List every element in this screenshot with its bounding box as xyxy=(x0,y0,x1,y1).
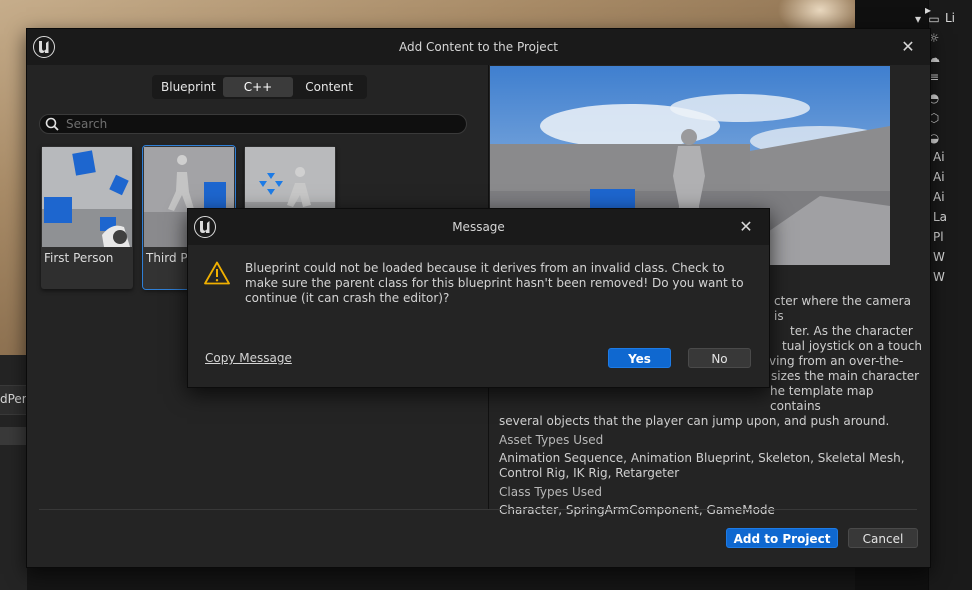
panel-bar xyxy=(0,427,27,445)
template-thumbnail xyxy=(42,147,132,247)
outliner-label: Ai xyxy=(933,150,945,164)
dialog-title: Add Content to the Project xyxy=(398,40,558,54)
asset-types-heading: Asset Types Used xyxy=(499,433,604,447)
outliner-label: Ai xyxy=(933,190,945,204)
no-button[interactable]: No xyxy=(688,348,751,368)
footer-divider xyxy=(39,509,917,510)
add-to-project-button[interactable]: Add to Project xyxy=(726,528,838,548)
folder-icon: ▾ xyxy=(914,12,922,26)
tab-content[interactable]: Content xyxy=(293,77,365,97)
search-input[interactable] xyxy=(66,116,456,132)
outliner-label: Ai xyxy=(933,170,945,184)
outliner-label: W xyxy=(933,250,945,264)
asset-types: Animation Sequence, Animation Blueprint,… xyxy=(499,451,905,480)
class-types: Character, SpringArmComponent, GameMode xyxy=(499,503,775,517)
folder-icon: ▭ xyxy=(928,12,940,26)
template-first-person[interactable]: First Person xyxy=(41,146,133,289)
template-label: First Person xyxy=(44,251,114,265)
outliner-row[interactable]: ▾ ▭ Li xyxy=(899,9,959,29)
close-icon[interactable]: ✕ xyxy=(900,39,916,55)
search-box xyxy=(39,114,467,134)
yes-button[interactable]: Yes xyxy=(608,348,671,368)
message-dialog: Message ✕ Blueprint could not be loaded … xyxy=(187,208,770,388)
outliner-label: Li xyxy=(945,11,956,25)
panel-tab[interactable]: dPers xyxy=(0,385,33,415)
outliner-label: La xyxy=(933,210,948,224)
outliner-label: Pl xyxy=(933,230,944,244)
language-tabs: Blueprint C++ Content xyxy=(152,75,367,99)
description-line: he template map contains xyxy=(770,384,874,413)
copy-message-link[interactable]: Copy Message xyxy=(205,351,292,365)
dialog-titlebar: Add Content to the Project ✕ xyxy=(27,29,930,65)
tab-blueprint[interactable]: Blueprint xyxy=(154,77,223,97)
world-outliner: ▸ ▾ ▭ Li ☼ ☁ ≡ ◓ ⬡ ◒ ♟ Ai ♟ Ai ♟ Ai ▸ ▲ … xyxy=(905,0,972,590)
warning-icon xyxy=(204,261,230,285)
tab-cpp[interactable]: C++ xyxy=(222,77,294,97)
description-line: several objects that the player can jump… xyxy=(499,414,890,428)
search-icon xyxy=(45,117,59,131)
cancel-button[interactable]: Cancel xyxy=(848,528,918,548)
left-panel: dPers xyxy=(0,355,33,590)
message-titlebar: Message ✕ xyxy=(188,209,769,245)
class-types-heading: Class Types Used xyxy=(499,485,603,499)
message-title: Message xyxy=(452,220,505,234)
close-icon[interactable]: ✕ xyxy=(738,219,754,235)
outliner-label: W xyxy=(933,270,945,284)
message-body: Blueprint could not be loaded because it… xyxy=(245,261,744,305)
